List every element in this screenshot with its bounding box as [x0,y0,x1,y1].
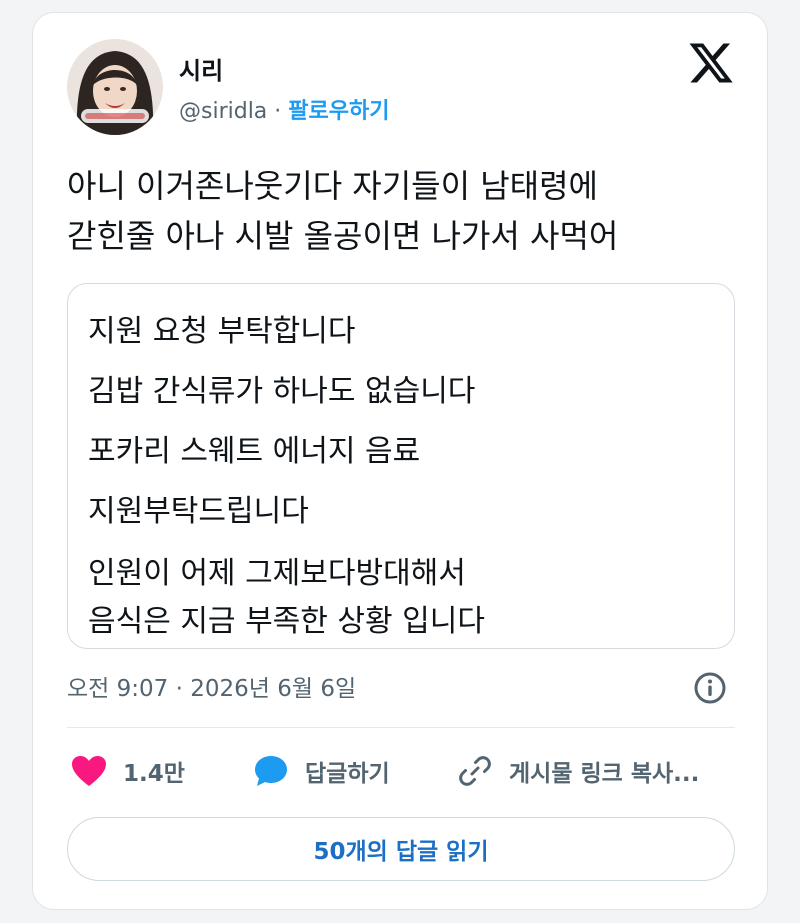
heart-icon [72,756,106,786]
attached-text-card[interactable]: 지원 요청 부탁합니다 김밥 간식류가 하나도 없습니다 포카리 스웨트 에너지… [67,283,735,649]
author-handle-line: @siridla · 팔로우하기 [179,93,390,125]
tweet-line: 아니 이거존나웃기다 자기들이 남태령에 [67,167,598,205]
attached-line: 김밥 간식류가 하나도 없습니다 [88,374,476,409]
x-logo-icon[interactable] [687,39,735,87]
reply-button[interactable]: 답글하기 [253,751,390,791]
attached-line: 지원 요청 부탁합니다 [88,314,356,349]
tweet-card: 시리 @siridla · 팔로우하기 아니 이거존나웃기다 자기들이 남태령에… [32,12,768,910]
like-button[interactable]: 1.4만 [71,751,185,791]
tweet-text: 아니 이거존나웃기다 자기들이 남태령에 갇힌줄 아나 시발 올공이면 나가서 … [67,161,747,261]
attached-line: 포카리 스웨트 에너지 음료 [88,434,421,469]
copy-link-button[interactable]: 게시물 링크 복사... [457,751,699,791]
author-handle[interactable]: @siridla [179,99,267,124]
handle-separator: · [274,99,282,124]
attached-line: 인원이 어제 그제보다방대해서 [88,556,466,591]
like-count: 1.4만 [123,761,185,787]
info-icon[interactable] [693,671,727,705]
link-icon [459,756,491,786]
timestamp[interactable]: 오전 9:07 · 2026년 6월 6일 [67,669,356,703]
attached-line: 음식은 지금 부족한 상황 입니다 [88,604,485,639]
reply-label: 답글하기 [305,761,390,787]
copy-link-label: 게시물 링크 복사... [509,761,700,787]
divider [67,727,735,728]
tweet-line: 갇힌줄 아나 시발 올공이면 나가서 사먹어 [67,217,619,255]
reply-bubble-icon [255,756,287,786]
author-name[interactable]: 시리 [179,51,223,86]
attached-line: 지원부탁드립니다 [88,494,309,529]
follow-button[interactable]: 팔로우하기 [288,99,389,124]
avatar[interactable] [67,39,163,135]
read-replies-button[interactable]: 50개의 답글 읽기 [67,817,735,881]
